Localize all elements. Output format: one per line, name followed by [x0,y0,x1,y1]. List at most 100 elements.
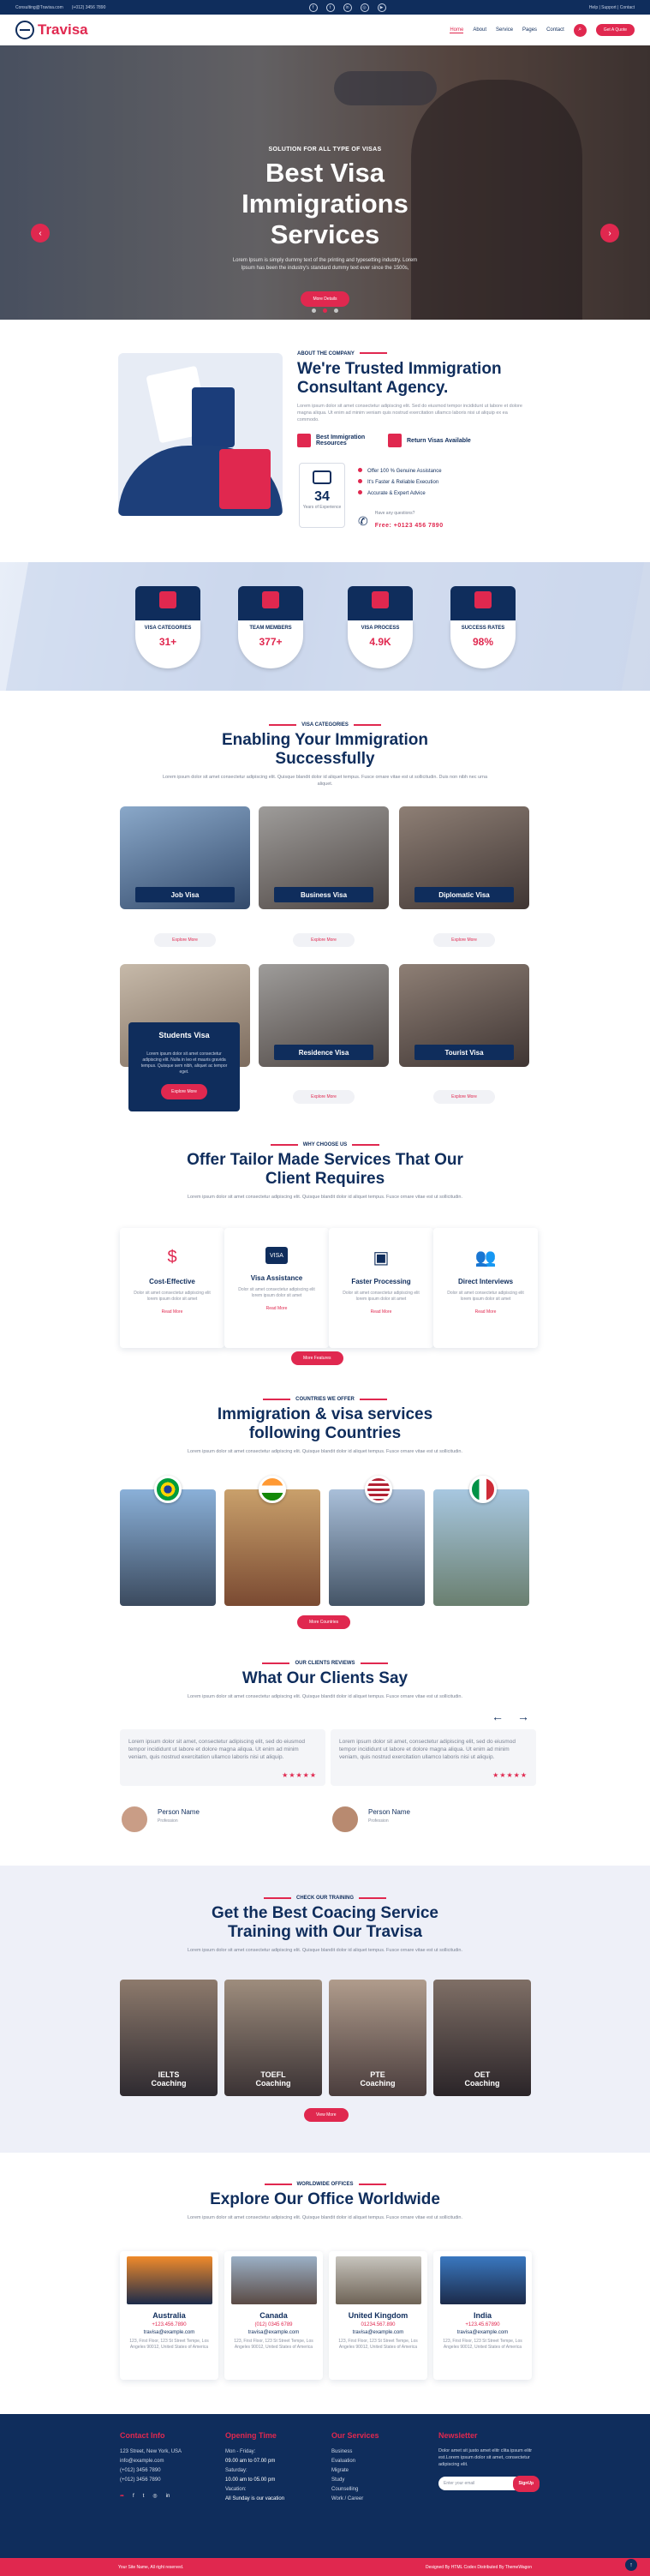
linkedin-icon[interactable]: in [166,2492,170,2501]
nav-pages[interactable]: Pages [522,27,537,33]
nav-service[interactable]: Service [496,27,513,33]
twitter-icon[interactable]: t [143,2492,145,2501]
country-card[interactable] [433,1489,529,1606]
footer-hours: Opening Time Mon - Friday: 09.00 am to 07… [225,2431,285,2501]
nav-about[interactable]: About [473,27,486,33]
explore-button[interactable]: Explore More [293,933,355,947]
explore-button[interactable]: Explore More [433,933,495,947]
visa-card-residence[interactable]: Residence Visa [259,964,389,1067]
about-image [118,353,283,516]
experience-box: 34 Years of Experience [299,463,345,528]
passport-icon: ▣ [373,1248,390,1267]
site-header: Travisa Home About Service Pages Contact… [0,15,650,45]
phone-text[interactable]: (+012) 3456 7890 [72,5,106,10]
twitter-icon[interactable]: t [325,3,335,12]
hero-text: Lorem Ipsum is simply dummy text of the … [232,258,418,271]
dot[interactable] [312,309,316,313]
prev-arrow-icon[interactable]: ‹ [31,224,50,243]
reviews-text: Lorem ipsum dolor sit amet consectetur a… [188,1694,462,1699]
about-kicker: ABOUT THE COMPANY [297,351,528,356]
service-card: $ Cost-Effective Dolor sit amet consectetu… [120,1228,224,1348]
training-card[interactable]: TOEFL Coaching [224,1980,322,2096]
visa-card-diplomatic[interactable]: Diplomatic Visa [399,806,529,909]
training-card[interactable]: OET Coaching [433,1980,531,2096]
stats-band: VISA CATEGORIES 31+ TEAM MEMBERS 377+ VISA… [0,562,650,691]
explore-button[interactable]: Explore More [161,1084,207,1099]
prev-review-icon[interactable]: ← [492,1710,504,1723]
visa-card-job[interactable]: Job Visa [120,806,250,909]
country-card[interactable] [224,1489,320,1606]
training-kicker: CHECK OUR TRAINING [0,1896,650,1901]
service-card: VISA Visa Assistance Dolor sit amet consec… [224,1228,329,1348]
more-countries-button[interactable]: More Countries [297,1615,351,1629]
footer-services: Our Services Business Evaluation Migrate St… [331,2431,379,2501]
country-card[interactable] [329,1489,425,1606]
search-icon[interactable]: ⌕ [573,23,587,37]
facebook-icon[interactable]: f [133,2492,134,2501]
read-more-link[interactable]: Read More [120,1309,224,1315]
next-review-icon[interactable]: → [517,1710,529,1723]
training-heading: CHECK OUR TRAINING Get the Best Coacing … [0,1896,650,1954]
ticket-icon [313,470,331,484]
share-icon[interactable]: ➦ [120,2492,124,2501]
linkedin-icon[interactable]: in [343,3,352,12]
quote-button[interactable]: Get A Quote [595,24,635,36]
offices-kicker: WORLDWIDE OFFICES [0,2182,650,2187]
nav-contact[interactable]: Contact [546,27,564,33]
dot[interactable] [334,309,338,313]
instagram-icon[interactable]: ◎ [152,2492,157,2501]
hero-title: Best Visa Immigrations Services [242,158,408,249]
logo[interactable]: Travisa [15,21,88,39]
view-more-button[interactable]: View More [304,2108,349,2122]
reviews-heading: OUR CLIENTS REVIEWS What Our Clients Say… [0,1661,650,1700]
service-card: 👥 Direct Interviews Dolor sit amet consect… [433,1228,538,1348]
explore-button[interactable]: Explore More [154,933,216,947]
more-features-button[interactable]: More Features [291,1351,343,1365]
youtube-icon[interactable]: ▶ [377,3,386,12]
why-text: Lorem ipsum dolor sit amet consectetur a… [188,1195,462,1200]
office-card: India +123.45.67890 travisa@example.com 123… [433,2251,532,2380]
visa-card-business[interactable]: Business Visa [259,806,389,909]
people-icon: 👥 [474,1248,497,1267]
about-text: Lorem ipsum dolor sit amet consectetur a… [297,404,522,422]
countries-heading: COUNTRIES WE OFFER Immigration & visa se… [0,1397,650,1455]
reviewer-name: Person Name Profession [158,1808,200,1824]
next-arrow-icon[interactable]: › [600,224,619,243]
explore-button[interactable]: Explore More [433,1090,495,1104]
back-to-top-icon[interactable]: ↑ [625,2559,637,2571]
call-question: Have any questions? [374,511,415,516]
visa-card-tourist[interactable]: Tourist Visa [399,964,529,1067]
training-card[interactable]: IELTS Coaching [120,1980,218,2096]
email-text[interactable]: Consulting@Travisa.com [15,5,63,10]
read-more-link[interactable]: Read More [224,1306,329,1311]
categories-heading: VISA CATEGORIES Enabling Your Immigratio… [0,722,650,788]
dot[interactable] [323,309,327,313]
rating-stars: ★★★★★ [282,1771,317,1779]
instagram-icon[interactable]: ◎ [360,3,369,12]
country-card[interactable] [120,1489,216,1606]
hero-details-button[interactable]: More Details [301,291,349,307]
read-more-link[interactable]: Read More [329,1309,433,1315]
categories-kicker: VISA CATEGORIES [0,722,650,728]
explore-button[interactable]: Explore More [293,1090,355,1104]
training-card[interactable]: PTE Coaching [329,1980,426,2096]
reviews-kicker: OUR CLIENTS REVIEWS [0,1661,650,1666]
check-item: Offer 100 % Genuine Assistance [358,466,442,477]
facebook-icon[interactable]: f [308,3,318,12]
nav-home[interactable]: Home [450,27,464,33]
why-title: Offer Tailor Made Services That Our Clien… [187,1151,463,1188]
footer-contact: Contact Info 123 Street, New York, USA i… [120,2431,214,2501]
top-bar: Consulting@Travisa.com (+012) 3456 7890 f… [0,0,650,15]
document-icon [297,434,311,447]
footer-newsletter: Newsletter Dolor amet sit justo amet eli… [438,2431,541,2492]
main-nav: Home About Service Pages Contact ⌕ Get A… [450,23,635,37]
why-kicker: WHY CHOOSE US [0,1142,650,1147]
logo-text: Travisa [38,21,88,38]
top-links[interactable]: Help | Support | Contact [589,5,635,10]
read-more-link[interactable]: Read More [433,1309,538,1315]
newsletter-signup-button[interactable]: SignUp [512,2475,540,2492]
training-text: Lorem ipsum dolor sit amet consectetur a… [188,1948,462,1953]
newsletter-email-input[interactable]: Enter your email [444,2479,474,2489]
testimonial-card: Lorem ipsum dolor sit amet, consectetur … [120,1729,325,1786]
call-box[interactable]: ✆ Have any questions? Free: +0123 456 7890 [358,511,444,531]
